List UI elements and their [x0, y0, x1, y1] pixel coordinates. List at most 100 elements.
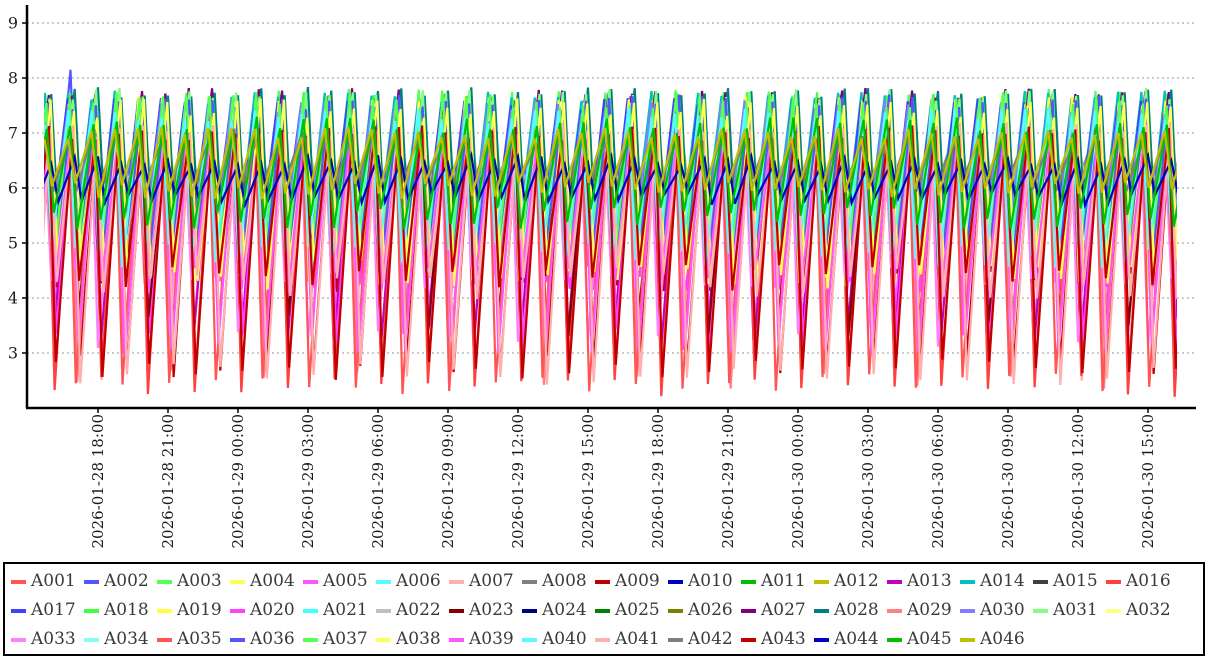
legend-item-A003: A003 [157, 567, 230, 596]
legend-label: A020 [250, 602, 295, 619]
legend-swatch [230, 580, 245, 584]
chart-legend: A001 A002 A003A004 A005 A006 A007 A008 A009 A010… [3, 562, 1205, 656]
legend-label: A002 [104, 573, 149, 590]
legend-swatch [1106, 609, 1121, 613]
legend-item-A022: A022 [376, 596, 449, 625]
legend-swatch [595, 609, 610, 613]
legend-item-A016: A016 [1106, 567, 1179, 596]
legend-label: A030 [980, 602, 1025, 619]
legend-item-A038: A038 [376, 625, 449, 654]
y-tick-label: 3 [8, 344, 18, 363]
legend-label: A027 [761, 602, 806, 619]
legend-swatch [230, 638, 245, 642]
legend-swatch [230, 609, 245, 613]
y-tick-label: 8 [8, 69, 18, 88]
y-tick-label: 6 [8, 179, 18, 198]
chart-window: 98765432026-01-28 18:002026-01-28 21:002… [0, 0, 1207, 660]
x-tick-label: 2026-01-29 00:00 [229, 414, 247, 548]
x-tick-label: 2026-01-29 15:00 [579, 414, 597, 548]
x-tick-label: 2026-01-29 09:00 [439, 414, 457, 548]
legend-item-A033: A033 [11, 625, 84, 654]
legend-swatch [522, 580, 537, 584]
legend-item-A018: A018 [84, 596, 157, 625]
legend-label: A043 [761, 631, 806, 648]
legend-label: A034 [104, 631, 149, 648]
legend-item-A015: A015 [1033, 567, 1106, 596]
legend-label: A037 [323, 631, 368, 648]
legend-label: A028 [834, 602, 879, 619]
legend-item-A024: A024 [522, 596, 595, 625]
x-tick-label: 2026-01-28 18:00 [89, 414, 107, 548]
legend-swatch [595, 638, 610, 642]
legend-label: A032 [1126, 602, 1171, 619]
legend-swatch [303, 609, 318, 613]
legend-label: A021 [323, 602, 368, 619]
legend-item-A046: A046 [960, 625, 1033, 654]
legend-label: A019 [177, 602, 222, 619]
legend-item-A043: A043 [741, 625, 814, 654]
legend-item-A009: A009 [595, 567, 668, 596]
legend-item-A014: A014 [960, 567, 1033, 596]
y-tick-label: 4 [8, 289, 18, 308]
legend-item-A032: A032 [1106, 596, 1179, 625]
y-tick-label: 7 [8, 124, 18, 143]
legend-item-A042: A042 [668, 625, 741, 654]
legend-swatch [741, 638, 756, 642]
legend-label: A008 [542, 573, 587, 590]
legend-label: A005 [323, 573, 368, 590]
legend-swatch [814, 609, 829, 613]
legend-swatch [741, 580, 756, 584]
legend-item-A019: A019 [157, 596, 230, 625]
legend-swatch [84, 609, 99, 613]
legend-label: A045 [907, 631, 952, 648]
legend-swatch [11, 580, 26, 584]
legend-swatch [303, 580, 318, 584]
legend-swatch [11, 609, 26, 613]
legend-item-A021: A021 [303, 596, 376, 625]
y-tick-label: 9 [8, 14, 18, 33]
legend-item-A044: A044 [814, 625, 887, 654]
legend-item-A023: A023 [449, 596, 522, 625]
x-tick-label: 2026-01-29 12:00 [509, 414, 527, 548]
legend-label: A007 [469, 573, 514, 590]
legend-label: A013 [907, 573, 952, 590]
legend-item-A031: A031 [1033, 596, 1106, 625]
legend-label: A010 [688, 573, 733, 590]
legend-item-A011: A011 [741, 567, 814, 596]
legend-label: A039 [469, 631, 514, 648]
legend-item-A005: A005 [303, 567, 376, 596]
legend-label: A009 [615, 573, 660, 590]
legend-item-A004: A004 [230, 567, 303, 596]
x-tick-label: 2026-01-30 06:00 [929, 414, 947, 548]
legend-swatch [668, 638, 683, 642]
legend-item-A040: A040 [522, 625, 595, 654]
legend-item-A001: A001 [11, 567, 84, 596]
legend-label: A029 [907, 602, 952, 619]
legend-label: A035 [177, 631, 222, 648]
x-tick-label: 2026-01-30 03:00 [859, 414, 877, 548]
legend-label: A025 [615, 602, 660, 619]
legend-item-A020: A020 [230, 596, 303, 625]
legend-swatch [960, 580, 975, 584]
legend-swatch [157, 638, 172, 642]
legend-item-A006: A006 [376, 567, 449, 596]
legend-label: A044 [834, 631, 879, 648]
legend-label: A040 [542, 631, 587, 648]
legend-label: A014 [980, 573, 1025, 590]
legend-item-A041: A041 [595, 625, 668, 654]
legend-label: A031 [1053, 602, 1098, 619]
y-tick-label: 5 [8, 234, 18, 253]
legend-label: A038 [396, 631, 441, 648]
legend-item-A025: A025 [595, 596, 668, 625]
legend-swatch [814, 638, 829, 642]
legend-item-A028: A028 [814, 596, 887, 625]
legend-label: A001 [31, 573, 76, 590]
legend-label: A015 [1053, 573, 1098, 590]
legend-label: A012 [834, 573, 879, 590]
legend-item-A030: A030 [960, 596, 1033, 625]
x-tick-label: 2026-01-30 09:00 [999, 414, 1017, 548]
legend-item-A027: A027 [741, 596, 814, 625]
legend-label: A033 [31, 631, 76, 648]
legend-item-A002: A002 [84, 567, 157, 596]
series-lines [5, 70, 1207, 397]
